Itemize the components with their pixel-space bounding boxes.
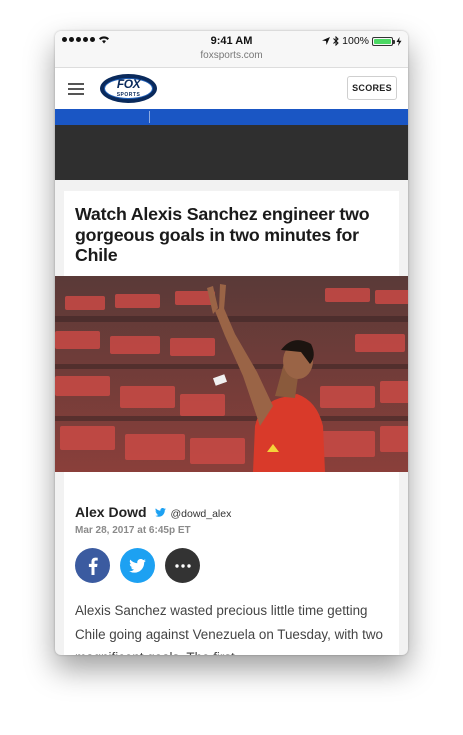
battery-percent: 100% (342, 35, 369, 47)
scores-button[interactable]: SCORES (347, 76, 397, 100)
location-icon (322, 37, 331, 45)
more-options-icon (174, 563, 191, 568)
twitter-share-button[interactable] (120, 548, 155, 583)
twitter-icon[interactable] (155, 508, 166, 518)
charging-icon (396, 36, 402, 46)
article-body: Alexis Sanchez wasted precious little ti… (75, 603, 383, 655)
address-bar[interactable]: foxsports.com (55, 49, 408, 68)
twitter-bird-icon (129, 558, 146, 573)
site-header: FOX SPORTS SCORES (55, 68, 408, 109)
ad-banner (55, 125, 408, 180)
twitter-handle[interactable]: @dowd_alex (170, 508, 231, 520)
battery-icon (372, 36, 395, 46)
more-share-button[interactable] (165, 548, 200, 583)
hamburger-menu-icon[interactable] (68, 83, 84, 98)
publish-date: Mar 28, 2017 at 6:45p ET (75, 525, 191, 536)
author-name[interactable]: Alex Dowd (75, 504, 147, 520)
facebook-icon (88, 557, 98, 575)
byline: Alex Dowd @dowd_alex Mar 28, 2017 at 6:4… (75, 504, 395, 536)
phone-screen: 9:41 AM 100% foxsports.com FOX SPORTS SCO… (55, 31, 408, 655)
status-bar: 9:41 AM 100% (55, 31, 408, 51)
player-celebration-image (55, 276, 408, 472)
facebook-share-button[interactable] (75, 548, 110, 583)
article-hero-image (55, 276, 408, 472)
fox-sports-logo[interactable]: FOX SPORTS (100, 74, 157, 103)
bluetooth-icon (333, 36, 339, 46)
article-headline: Watch Alexis Sanchez engineer two gorgeo… (75, 204, 370, 265)
share-buttons (75, 548, 200, 583)
nav-band (55, 109, 408, 125)
